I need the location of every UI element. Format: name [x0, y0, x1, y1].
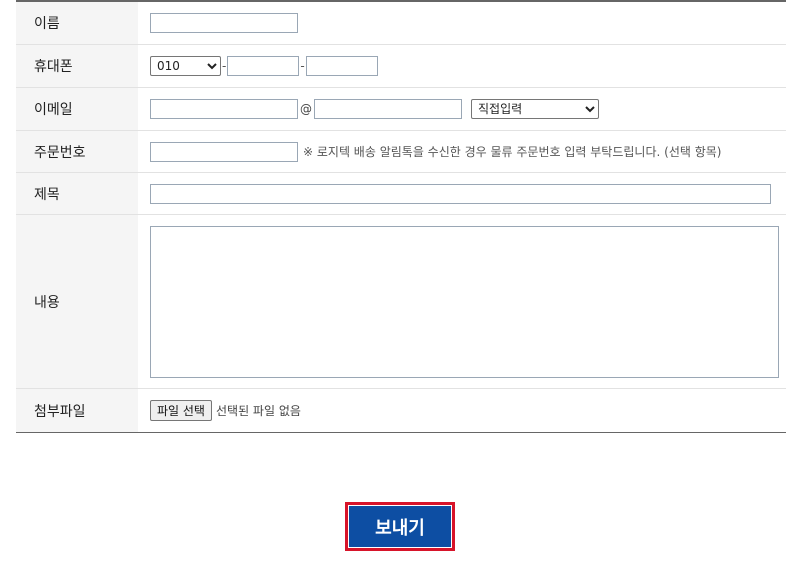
phone-label: 휴대폰	[16, 45, 138, 87]
email-label: 이메일	[16, 88, 138, 130]
phone-row: 휴대폰 010 - -	[16, 45, 786, 88]
attachment-row: 첨부파일 파일 선택 선택된 파일 없음	[16, 389, 786, 432]
email-row: 이메일 @ 직접입력	[16, 88, 786, 131]
name-input[interactable]	[150, 13, 298, 33]
content-textarea[interactable]	[150, 225, 779, 378]
order-number-label: 주문번호	[16, 131, 138, 172]
file-status-text: 선택된 파일 없음	[215, 404, 301, 418]
email-local-input[interactable]	[150, 99, 298, 119]
phone-last-input[interactable]	[305, 56, 378, 76]
subject-row: 제목	[16, 173, 786, 215]
subject-label: 제목	[16, 173, 138, 214]
phone-prefix-select[interactable]: 010	[150, 56, 221, 76]
email-domain-select[interactable]: 직접입력	[471, 99, 599, 119]
inquiry-form: 이름 휴대폰 010 - - 이메일 @ 직접입력 주문번호 ※ 로지텍 배송 …	[16, 0, 786, 433]
order-number-row: 주문번호 ※ 로지텍 배송 알림톡을 수신한 경우 물류 주문번호 입력 부탁드…	[16, 131, 786, 173]
name-row: 이름	[16, 2, 786, 45]
file-select-button[interactable]: 파일 선택	[150, 400, 212, 421]
order-number-input[interactable]	[150, 141, 298, 162]
phone-middle-input[interactable]	[227, 56, 300, 76]
subject-input[interactable]	[150, 183, 771, 204]
order-number-note: ※ 로지텍 배송 알림톡을 수신한 경우 물류 주문번호 입력 부탁드립니다. …	[303, 145, 722, 159]
content-label: 내용	[16, 215, 138, 388]
attachment-label: 첨부파일	[16, 389, 138, 432]
email-domain-input[interactable]	[314, 99, 462, 119]
submit-highlight: 보내기	[345, 502, 455, 551]
at-sign: @	[300, 102, 312, 116]
content-row: 내용	[16, 215, 786, 389]
submit-button[interactable]: 보내기	[349, 506, 451, 547]
name-label: 이름	[16, 2, 138, 44]
